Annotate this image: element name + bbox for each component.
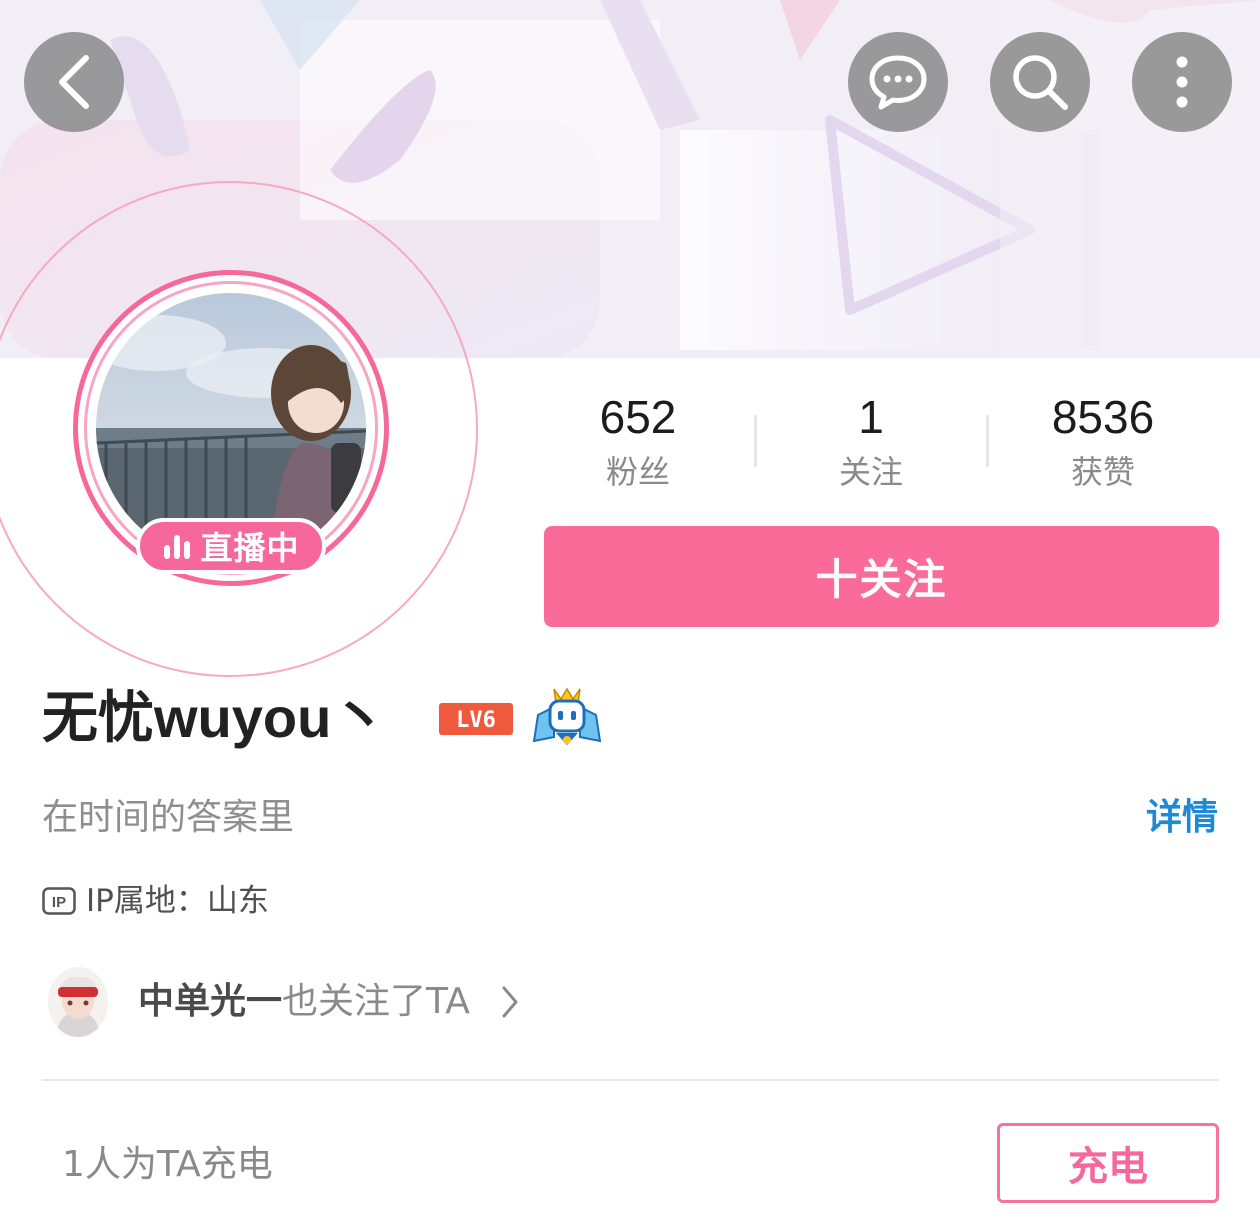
level-badge[interactable]: LV6 — [438, 702, 514, 736]
mutual-follow-row[interactable]: 中单光一 也关注了TA — [48, 966, 520, 1038]
ip-location: IP属地：山东 — [86, 883, 269, 919]
search-button[interactable] — [990, 32, 1090, 132]
stat-likes[interactable]: 8536 获赞 — [993, 388, 1213, 496]
chevron-right-icon — [502, 986, 518, 1018]
more-vertical-icon — [1176, 56, 1188, 108]
username: 无忧wuyou丶 — [42, 686, 388, 749]
mutual-avatar-image — [48, 967, 108, 1037]
follow-button[interactable]: 十关注 — [544, 526, 1219, 627]
stat-likes-value: 8536 — [1051, 391, 1155, 443]
stat-following-label: 关注 — [838, 453, 903, 491]
ip-location-row: IP IP属地：山东 — [42, 878, 269, 924]
ip-tag-label: IP — [52, 894, 66, 911]
stat-following[interactable]: 1 关注 — [761, 388, 981, 496]
chat-bubble-icon — [869, 55, 927, 110]
back-button[interactable] — [24, 32, 124, 132]
charge-count[interactable]: 1人为TA充电 — [62, 1140, 273, 1190]
stat-likes-label: 获赞 — [1070, 453, 1135, 491]
bio-text: 在时间的答案里 — [42, 797, 295, 838]
ip-tag-icon: IP — [42, 887, 76, 915]
stat-divider — [986, 415, 989, 467]
stat-fans-value: 652 — [599, 391, 677, 443]
mutual-follower-name: 中单光一 — [138, 981, 283, 1022]
charge-button[interactable]: 充电 — [997, 1123, 1219, 1203]
more-button[interactable] — [1132, 32, 1232, 132]
details-link[interactable]: 详情 — [1146, 793, 1218, 843]
vip-mascot-icon[interactable] — [530, 685, 604, 755]
search-icon — [1013, 55, 1068, 110]
stat-divider — [754, 415, 757, 467]
mutual-avatar — [48, 967, 108, 1037]
stat-fans[interactable]: 652 粉丝 — [528, 388, 748, 496]
chevron-left-icon — [59, 55, 89, 109]
profile-page: 直播中 652 粉丝 1 关注 8536 获赞 十关注 无忧wuyou丶 LV6… — [0, 0, 1260, 1230]
mutual-follow-text: 也关注了TA — [282, 981, 470, 1022]
stat-following-value: 1 — [858, 391, 884, 443]
live-bars-icon — [164, 535, 191, 559]
live-badge[interactable]: 直播中 — [136, 518, 326, 574]
message-button[interactable] — [848, 32, 948, 132]
live-badge-label: 直播中 — [200, 529, 300, 567]
level-badge-label: LV6 — [456, 708, 496, 733]
section-divider — [42, 1079, 1219, 1081]
stat-fans-label: 粉丝 — [605, 453, 670, 491]
